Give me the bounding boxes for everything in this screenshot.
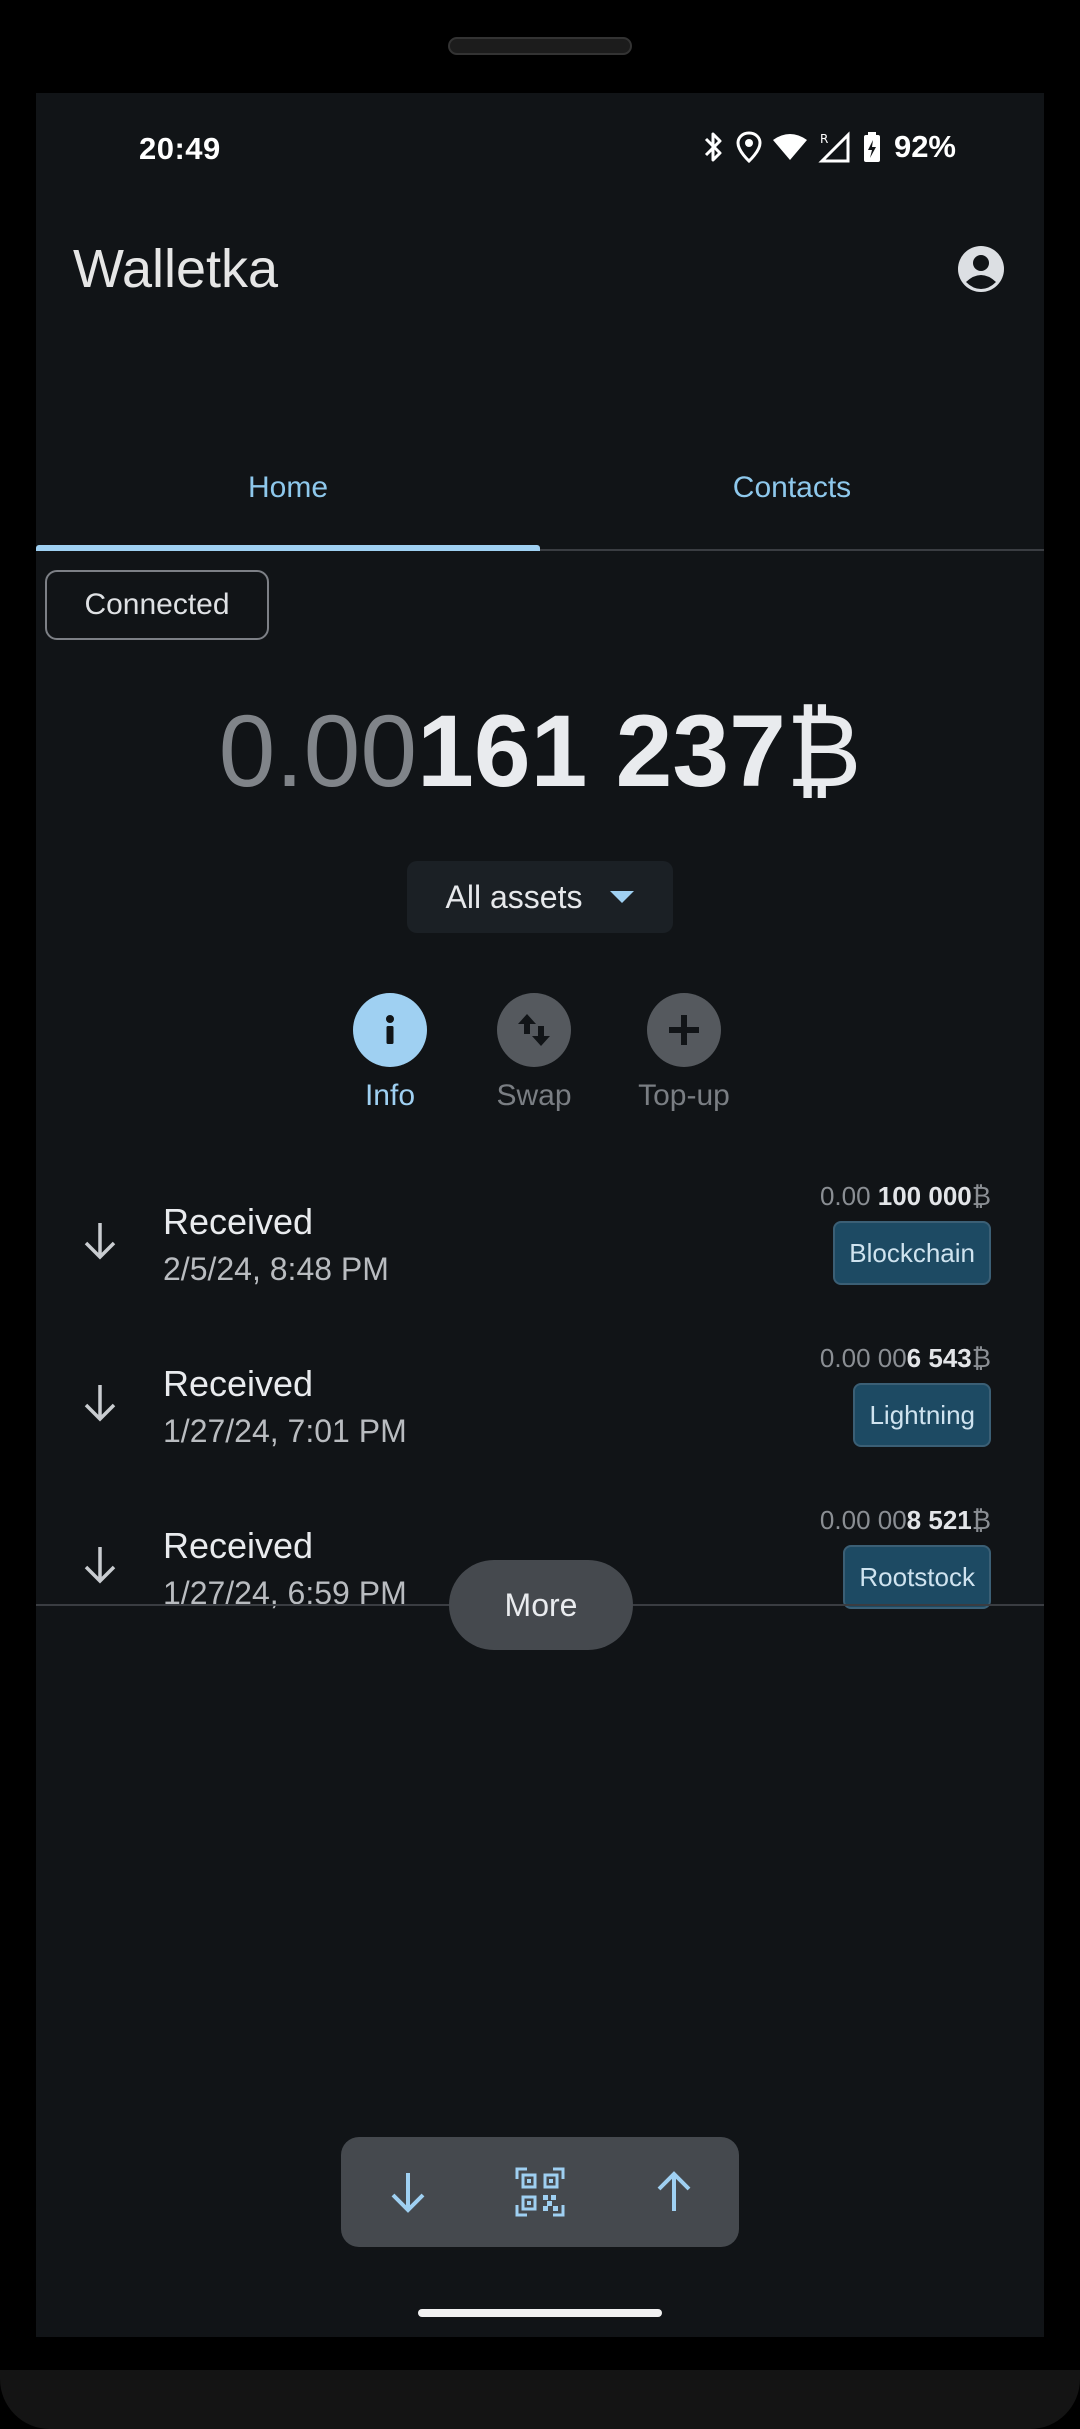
transaction-date: 1/27/24, 6:59 PM [163,1575,407,1611]
location-icon [736,131,762,163]
transaction-row[interactable]: Received 2/5/24, 8:48 PM 0.00 100 000₿ B… [36,1181,1044,1341]
transaction-date: 1/27/24, 7:01 PM [163,1413,407,1449]
info-icon [353,993,427,1067]
account-circle-icon[interactable] [956,244,1006,294]
svg-text:R: R [820,132,828,146]
qr-code-scan-icon [515,2167,565,2217]
app-bar: Walletka [36,238,1044,338]
scan-qr-button[interactable] [513,2165,567,2219]
bluetooth-icon [702,131,726,163]
swap-label: Swap [496,1079,572,1112]
tab-indicator [36,545,540,551]
swap-button[interactable]: Swap [459,993,609,1113]
info-button[interactable]: Info [315,993,465,1113]
top-up-button[interactable]: Top-up [609,993,759,1113]
transaction-row[interactable]: Received 1/27/24, 7:01 PM 0.00 006 543₿ … [36,1343,1044,1503]
status-bar: 20:49 R 92% [36,93,1044,203]
more-button[interactable]: More [449,1560,633,1650]
balance-display: 0.00161 237₿ [36,693,1044,810]
transaction-amount: 0.00 100 000₿ [819,1181,991,1211]
app-title: Walletka [73,239,279,299]
transaction-amount: 0.00 008 521₿ [819,1505,991,1535]
arrow-down-icon [78,1543,122,1587]
transaction-title: Received [163,1525,314,1566]
transaction-title: Received [163,1363,314,1404]
screen: 20:49 R 92% Walletka Home Contacts Conne… [36,93,1044,2337]
send-button[interactable] [647,2165,701,2219]
balance-bright: 161 237 [417,694,786,808]
plus-icon [647,993,721,1067]
receive-button[interactable] [381,2165,435,2219]
network-badge: Rootstock [843,1545,991,1609]
connection-status-chip[interactable]: Connected [45,570,269,640]
arrow-down-icon [78,1219,122,1263]
signal-roaming-icon: R [818,131,852,163]
battery-charging-icon [862,131,882,163]
caret-down-icon [610,891,635,903]
arrow-down-icon [78,1381,122,1425]
battery-percent: 92% [893,129,956,164]
arrow-up-icon [657,2171,691,2211]
assets-dropdown-label: All assets [445,878,583,915]
transaction-title: Received [163,1201,314,1242]
speaker-grille [448,37,632,55]
transaction-date: 2/5/24, 8:48 PM [163,1251,389,1287]
tab-home[interactable]: Home [36,428,540,548]
transaction-amount: 0.00 006 543₿ [819,1343,991,1373]
network-badge: Blockchain [833,1221,991,1285]
status-time: 20:49 [139,131,221,166]
balance-dim: 0.00 [218,694,418,808]
tab-contacts[interactable]: Contacts [540,428,1044,548]
phone-chin [0,2370,1080,2429]
swap-icon [497,993,571,1067]
info-label: Info [364,1079,416,1112]
gesture-navigation-bar[interactable] [418,2309,662,2317]
arrow-down-icon [391,2173,425,2213]
action-buttons: Info Swap Top-up [36,993,1044,1123]
status-icons: R 92% [702,129,956,165]
phone-frame: 20:49 R 92% Walletka Home Contacts Conne… [0,0,1080,2429]
bitcoin-symbol: ₿ [785,694,862,808]
tab-bar: Home Contacts [36,428,1044,551]
bottom-action-bar [341,2137,739,2247]
wifi-icon [772,132,808,162]
top-up-label: Top-up [638,1079,730,1112]
network-badge: Lightning [853,1383,991,1447]
assets-dropdown[interactable]: All assets [407,861,673,933]
